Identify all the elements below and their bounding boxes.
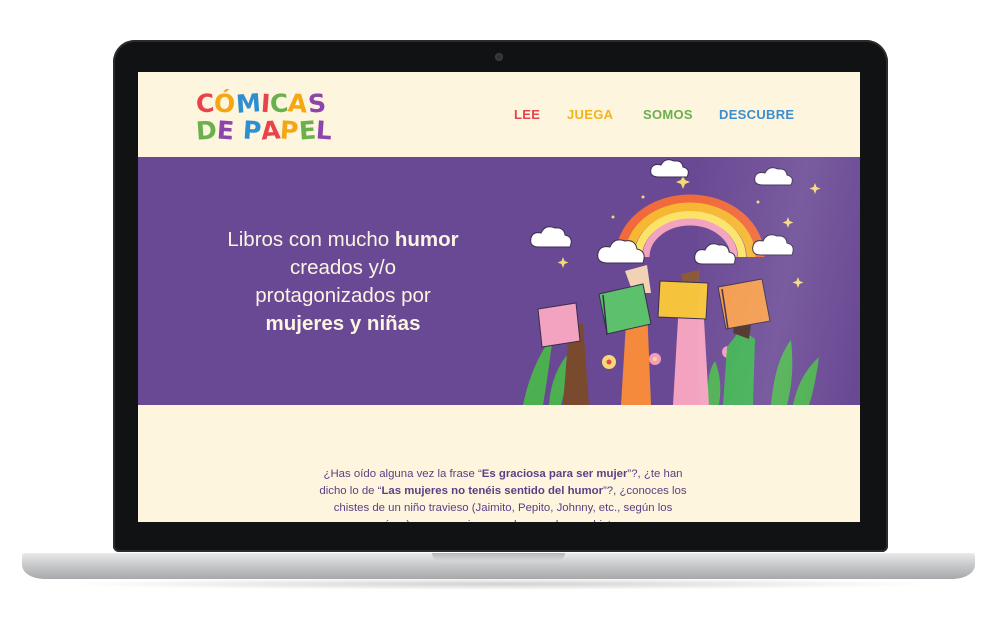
nav-descubre[interactable]: DESCUBRE [719, 107, 794, 122]
logo-letter: P [279, 115, 300, 146]
hero-text-1: Libros con mucho [227, 228, 395, 251]
hero-text-2: creados y/o [290, 256, 396, 279]
comicas-de-papel-logo[interactable]: CÓMICAS DE PAPEL [195, 88, 333, 148]
intro-text-1: ¿Has oído alguna vez la frase “ [323, 468, 482, 480]
logo-line-1: CÓMICAS [195, 88, 327, 119]
logo-letter: M [234, 88, 262, 119]
hero-banner: Libros con mucho humor creados y/o prota… [138, 157, 860, 405]
laptop-shadow [60, 578, 940, 590]
logo-letter: C [268, 88, 290, 119]
intro-bold-1: Es graciosa para ser mujer [481, 468, 628, 480]
logo-line-2: DE PAPEL [195, 115, 333, 146]
screen-glare [698, 157, 860, 405]
intro-bold-2: Las mujeres no tenéis sentido del humor [381, 485, 604, 497]
logo-letter: A [287, 88, 309, 119]
logo-letter: P [241, 115, 262, 146]
laptop-notch [432, 553, 565, 561]
logo-letter: L [314, 115, 333, 146]
logo-letter: Ó [213, 88, 237, 119]
intro-paragraph: ¿Has oído alguna vez la frase “Es gracio… [318, 466, 688, 522]
logo-letter: S [306, 88, 327, 119]
nav-somos[interactable]: SOMOS [643, 107, 693, 122]
nav-juega[interactable]: JUEGA [567, 107, 613, 122]
hero-bold-mujeres: mujeres y niñas [265, 312, 421, 335]
logo-letter: E [215, 115, 235, 146]
webcam-icon [495, 53, 503, 61]
logo-letter: E [297, 115, 317, 146]
logo-letter: D [195, 115, 218, 146]
site-header: CÓMICAS DE PAPEL LEE JUEGA SOMOS DESCUBR… [138, 72, 860, 157]
logo-letter: A [259, 115, 282, 146]
hero-text-3: protagonizados por [255, 284, 431, 307]
nav-lee[interactable]: LEE [514, 107, 540, 122]
hero-heading: Libros con mucho humor creados y/o prota… [188, 226, 498, 338]
website-screen: CÓMICAS DE PAPEL LEE JUEGA SOMOS DESCUBR… [138, 72, 860, 522]
hero-bold-humor: humor [394, 228, 459, 251]
